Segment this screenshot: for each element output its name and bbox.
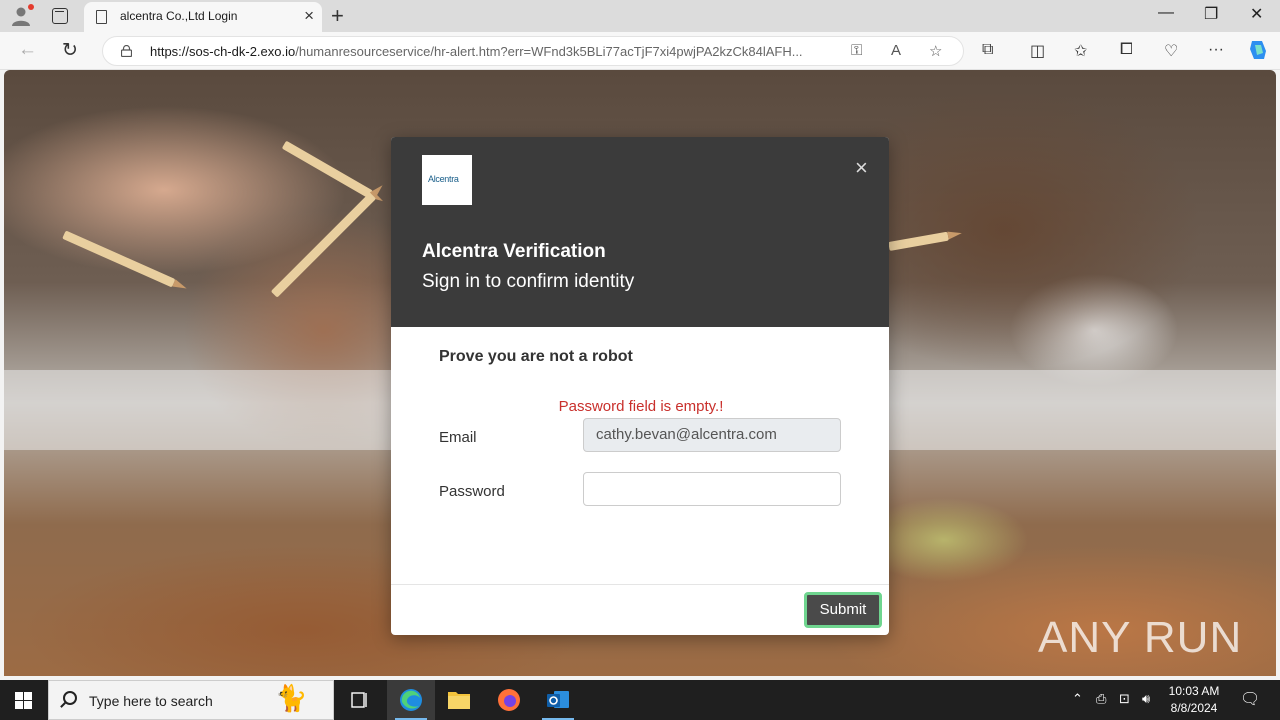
search-icon xyxy=(63,691,77,705)
device-icon[interactable]: ⎙ xyxy=(1096,691,1106,707)
submit-button[interactable]: Submit xyxy=(804,592,882,628)
modal-footer-divider xyxy=(391,584,889,585)
logo-text: Alcentra xyxy=(428,174,459,184)
clock-time: 10:03 AM xyxy=(1168,684,1220,698)
read-aloud-icon[interactable]: A xyxy=(891,42,901,59)
robot-check-heading: Prove you are not a robot xyxy=(439,348,633,365)
tab-actions-icon[interactable] xyxy=(52,8,68,24)
task-view-icon[interactable] xyxy=(336,680,384,720)
page-favicon-icon xyxy=(96,10,107,24)
browser-essentials-icon[interactable]: ♡ xyxy=(1164,41,1178,61)
background-pencil xyxy=(270,192,377,298)
password-label: Password xyxy=(439,483,505,500)
search-placeholder: Type here to search xyxy=(89,693,213,709)
modal-header: Alcentra × Alcentra Verification Sign in… xyxy=(391,137,889,327)
taskbar: Type here to search 🐈 ⌃ ⎙ ⊡ 🔊︎ 10:03 AM … xyxy=(0,680,1280,720)
favorite-star-icon[interactable]: ☆ xyxy=(929,42,942,60)
password-field[interactable] xyxy=(583,472,841,506)
network-icon[interactable]: ⊡ xyxy=(1119,691,1130,707)
notification-dot-icon xyxy=(28,4,34,10)
tab-strip: alcentra Co.,Ltd Login × + — ❐ ✕ xyxy=(0,0,1280,32)
address-toolbar: ← ↻ https://sos-ch-dk-2.exo.io/humanreso… xyxy=(0,32,1280,70)
minimize-icon[interactable]: — xyxy=(1158,4,1174,22)
modal-close-icon[interactable]: × xyxy=(855,157,868,179)
extensions-icon[interactable]: ⧉ xyxy=(982,41,993,59)
modal-subtitle: Sign in to confirm identity xyxy=(422,271,635,292)
split-screen-icon[interactable]: ◫ xyxy=(1030,41,1045,61)
copilot-icon[interactable] xyxy=(1246,38,1270,67)
tab-title: alcentra Co.,Ltd Login xyxy=(120,9,238,23)
firefox-icon[interactable] xyxy=(485,680,533,720)
background-pencil xyxy=(888,231,949,251)
profile-avatar-icon[interactable] xyxy=(10,4,34,27)
background-pencil xyxy=(62,230,176,288)
outlook-icon[interactable] xyxy=(534,680,582,720)
verification-modal: Alcentra × Alcentra Verification Sign in… xyxy=(391,137,889,635)
window-close-icon[interactable]: ✕ xyxy=(1250,4,1263,24)
more-options-icon[interactable]: ··· xyxy=(1208,41,1224,59)
volume-icon[interactable]: 🔊︎ xyxy=(1142,691,1150,707)
windows-start-icon[interactable] xyxy=(15,692,32,709)
edge-taskbar-icon[interactable] xyxy=(387,680,435,720)
taskbar-search-box[interactable]: Type here to search 🐈 xyxy=(48,680,334,720)
url-text: https://sos-ch-dk-2.exo.io/humanresource… xyxy=(150,44,803,59)
tray-overflow-icon[interactable]: ⌃ xyxy=(1072,691,1083,707)
email-field[interactable]: cathy.bevan@alcentra.com xyxy=(583,418,841,452)
system-clock[interactable]: 10:03 AM 8/8/2024 xyxy=(1160,683,1228,717)
collections-icon[interactable]: ⧠ xyxy=(1120,41,1133,59)
lock-icon xyxy=(121,45,132,57)
tab-active[interactable]: alcentra Co.,Ltd Login × xyxy=(84,2,322,32)
restore-icon[interactable]: ❐ xyxy=(1204,4,1218,24)
clock-date: 8/8/2024 xyxy=(1170,701,1218,715)
email-label: Email xyxy=(439,429,477,446)
error-message: Password field is empty.! xyxy=(558,398,724,415)
modal-title: Alcentra Verification xyxy=(422,241,606,262)
tab-close-icon[interactable]: × xyxy=(304,6,314,26)
favorites-icon[interactable]: ✩ xyxy=(1074,41,1087,61)
alcentra-logo: Alcentra xyxy=(422,155,472,205)
address-bar[interactable]: https://sos-ch-dk-2.exo.io/humanresource… xyxy=(102,36,964,66)
anyrun-watermark: ANY RUN xyxy=(1038,613,1243,662)
file-explorer-icon[interactable] xyxy=(435,680,483,720)
password-key-icon[interactable]: ⚿ xyxy=(851,42,862,59)
new-tab-icon[interactable]: + xyxy=(331,3,344,29)
background-pencil xyxy=(281,140,373,199)
refresh-icon[interactable]: ↻ xyxy=(62,39,78,62)
notifications-icon[interactable]: 🗨︎ xyxy=(1240,689,1260,709)
back-icon[interactable]: ← xyxy=(18,39,37,61)
search-highlight-cat-icon: 🐈 xyxy=(275,683,308,713)
